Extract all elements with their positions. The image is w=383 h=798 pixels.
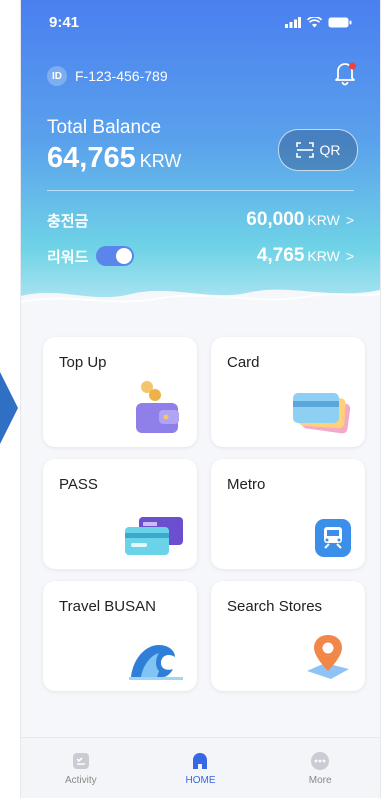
balance-amount: 4,765 — [256, 245, 305, 266]
qr-button[interactable]: QR — [278, 129, 358, 171]
signal-icon — [285, 17, 301, 28]
wifi-icon — [307, 17, 322, 28]
balance-amount: 60,000 — [246, 209, 305, 230]
tile-title: Travel BUSAN — [59, 598, 156, 615]
user-id-row: ID F-123-456-789 — [47, 66, 168, 86]
tile-title: Metro — [227, 476, 266, 493]
balance-label-group: 리워드 — [47, 246, 135, 267]
tile-search-stores[interactable]: Search Stores — [211, 581, 365, 691]
more-icon — [311, 751, 330, 770]
balance-row-charge[interactable]: 충전금 60,000 KRW > — [47, 209, 354, 231]
tile-top-up[interactable]: Top Up — [43, 337, 197, 447]
balance-hero: 9:41 ID F-123-456-789 Total Balance 64,7… — [21, 0, 380, 318]
chevron-right-icon: > — [345, 248, 354, 264]
tile-card[interactable]: Card — [211, 337, 365, 447]
balance-label: 리워드 — [47, 248, 89, 266]
chevron-right-icon: > — [345, 212, 354, 228]
pass-cards-icon — [125, 517, 183, 555]
home-icon — [193, 752, 208, 769]
service-grid: Top Up Card PASS Metro Travel BUSAN Sear… — [43, 337, 365, 691]
nav-label: HOME — [185, 774, 216, 786]
toggle-knob — [116, 248, 133, 264]
balance-value: 4,765 KRW > — [257, 245, 354, 267]
train-icon — [315, 519, 351, 557]
balance-row-reward[interactable]: 리워드 4,765 KRW > — [47, 245, 354, 267]
wave-icon — [129, 645, 183, 680]
notification-bell-icon[interactable] — [332, 60, 358, 86]
location-pin-icon — [307, 635, 349, 679]
nav-item-home[interactable]: HOME — [160, 751, 240, 786]
side-arrow-indicator — [0, 372, 18, 444]
total-balance-amount: 64,765 KRW — [47, 142, 181, 175]
wallet-coin-icon — [136, 381, 179, 433]
balance-unit: KRW — [307, 248, 340, 264]
total-balance-value: 64,765 — [47, 142, 136, 174]
nav-label: More — [308, 774, 332, 786]
nav-label: Activity — [64, 774, 97, 786]
id-badge: ID — [47, 66, 67, 86]
reward-toggle[interactable] — [96, 246, 135, 266]
tile-metro[interactable]: Metro — [211, 459, 365, 569]
nav-item-activity[interactable]: Activity — [41, 751, 121, 786]
wave-decoration — [21, 289, 380, 332]
activity-icon — [72, 752, 89, 769]
nav-item-more[interactable]: More — [280, 751, 360, 786]
battery-icon — [328, 17, 352, 28]
balance-value: 60,000 KRW > — [246, 209, 354, 231]
qr-scan-icon — [295, 142, 314, 158]
qr-button-label: QR — [319, 142, 341, 158]
user-id-value: F-123-456-789 — [75, 68, 168, 84]
tile-pass[interactable]: PASS — [43, 459, 197, 569]
status-time: 9:41 — [49, 14, 80, 31]
balance-label: 충전금 — [47, 212, 89, 230]
total-balance-unit: KRW — [139, 151, 182, 171]
total-balance-label: Total Balance — [47, 117, 162, 138]
tile-title: Top Up — [59, 354, 107, 371]
cards-stack-icon — [293, 393, 351, 434]
tile-title: PASS — [59, 476, 98, 493]
tile-title: Card — [227, 354, 260, 371]
status-icons — [285, 14, 352, 31]
balance-unit: KRW — [307, 212, 340, 228]
phone-screen: 9:41 ID F-123-456-789 Total Balance 64,7… — [20, 0, 381, 798]
hero-divider — [47, 190, 354, 191]
tile-title: Search Stores — [227, 598, 323, 615]
status-bar: 9:41 — [49, 14, 352, 31]
bottom-nav: Activity HOME More — [21, 737, 380, 798]
tile-travel-busan[interactable]: Travel BUSAN — [43, 581, 197, 691]
